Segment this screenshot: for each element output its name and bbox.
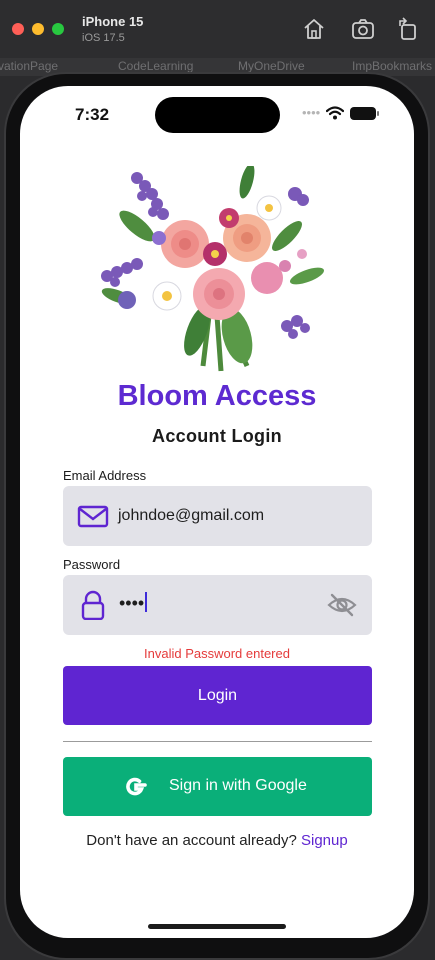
bookmark-item: CodeLearning (118, 59, 194, 73)
password-masked-text: •••• (119, 593, 145, 613)
password-value: •••• (119, 592, 148, 614)
signup-row: Don't have an account already? Signup (20, 832, 414, 849)
close-window-button[interactable] (12, 23, 24, 35)
home-indicator[interactable] (148, 924, 286, 929)
login-button[interactable]: Login (63, 666, 372, 725)
envelope-icon (77, 505, 109, 528)
rotate-icon[interactable] (393, 14, 423, 44)
status-time: 7:32 (75, 105, 110, 124)
lock-icon (81, 590, 105, 620)
error-message: Invalid Password entered (144, 646, 290, 661)
battery-icon (350, 106, 380, 120)
app-title: Bloom Access (117, 380, 317, 412)
home-icon[interactable] (299, 14, 329, 44)
login-button-label: Login (197, 686, 238, 704)
phone-screen: 7:32 •••• Bloom Access Account Login Ema… (20, 86, 414, 938)
status-indicators: •••• (302, 105, 380, 120)
email-value: johndoe@gmail.com (118, 507, 265, 524)
google-sign-in-button[interactable]: Sign in with Google (63, 757, 372, 816)
google-g-icon (126, 777, 147, 796)
minimize-window-button[interactable] (32, 23, 44, 35)
google-button-label: Sign in with Google (169, 777, 307, 794)
email-field[interactable]: johndoe@gmail.com (63, 486, 372, 546)
dynamic-island (155, 97, 280, 133)
bookmark-item: ImpBookmarks (352, 59, 433, 73)
eye-slash-icon[interactable] (327, 591, 357, 619)
zoom-window-button[interactable] (52, 23, 64, 35)
bookmark-item: MyOneDrive (238, 59, 305, 73)
email-label: Email Address (63, 468, 147, 483)
divider (63, 741, 372, 742)
simulator-title-bar: iPhone 15 iOS 17.5 (0, 0, 435, 58)
password-label: Password (63, 557, 121, 572)
bookmark-item: vationPage (0, 59, 59, 73)
signup-link[interactable]: Signup (301, 832, 348, 849)
password-field[interactable]: •••• (63, 575, 372, 635)
os-version: iOS 17.5 (82, 32, 125, 44)
page-subtitle: Account Login (152, 426, 282, 446)
cellular-signal-icon: •••• (302, 105, 321, 120)
wifi-icon (326, 106, 345, 120)
screenshot-icon[interactable] (348, 14, 378, 44)
text-caret (145, 592, 148, 612)
flower-bouquet-illustration (101, 166, 325, 372)
signup-prompt: Don't have an account already? (86, 832, 297, 849)
device-name: iPhone 15 (82, 14, 144, 29)
